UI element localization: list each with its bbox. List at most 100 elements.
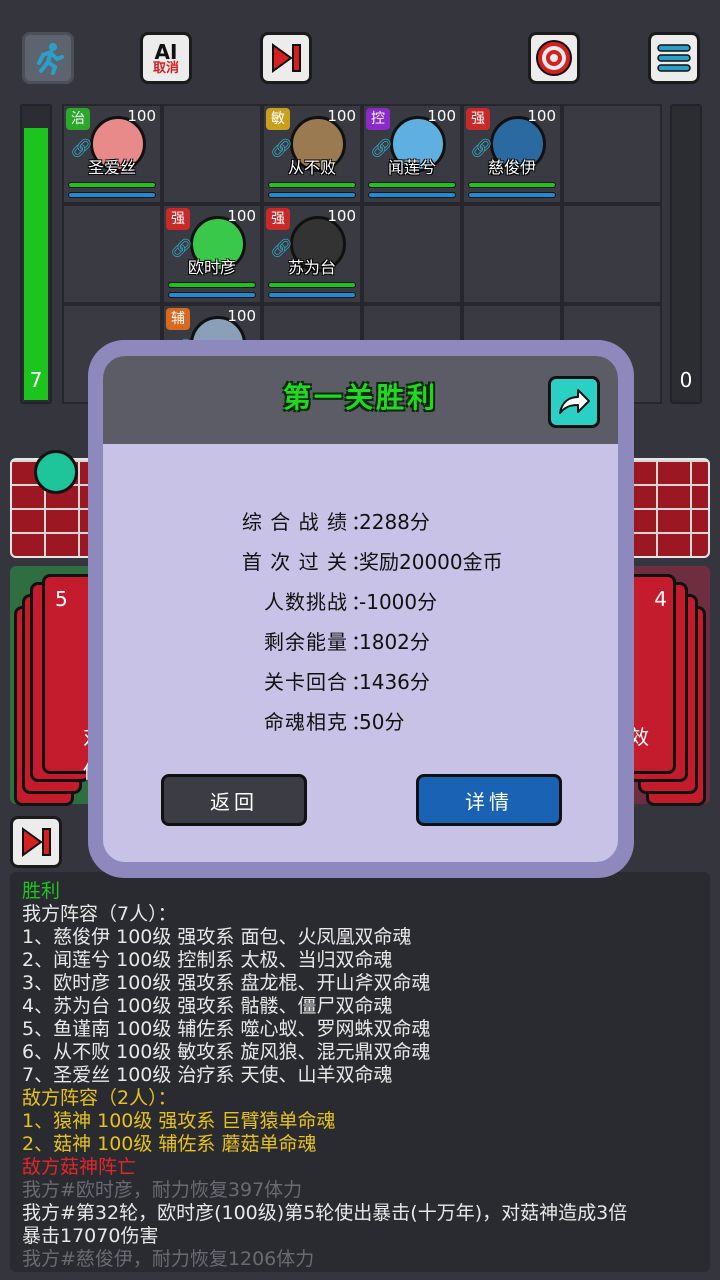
ally-energy-value: 7 [29,368,43,392]
skip-forward-icon [22,827,51,857]
log-line: 我方#第32轮，欧时彦(100级)第5轮使出暴击(十万年)，对菇神造成3倍 [22,1202,628,1224]
log-line: 2、闻莲兮 100级 控制系 太极、当归双命魂 [22,949,393,971]
back-button[interactable]: 返回 [161,774,307,826]
log-line: 6、从不败 100级 敏攻系 旋风狼、混元鼎双命魂 [22,1041,431,1063]
hero-card[interactable]: 🔗︎ 敏 100 从不败 [264,106,360,202]
victory-dialog-body: 第一关胜利 综 合 战 绩： 2288分首 次 过 关：奖励20000金币 人数挑战… [103,356,618,862]
ai-cancel-label: 取消 [152,60,179,76]
score-row: 剩余能量： 1802分 [103,626,618,666]
log-line: 5、鱼谨南 100级 辅佐系 噬心蚁、罗网蛛双命魂 [22,1018,431,1040]
formation-slot[interactable]: 🔗︎ 强 100 苏为台 [262,204,362,304]
score-row: 关卡回合： 1436分 [103,666,618,706]
log-line: 7、圣爱丝 100级 治疗系 天使、山羊双命魂 [22,1064,393,1086]
formation-slot[interactable]: 🔗︎ 强 100 慈俊伊 [462,104,562,204]
score-row: 命魂相克： 50分 [103,706,618,746]
enemy-card-count: 4 [654,587,667,611]
hero-card[interactable]: 🔗︎ 强 100 慈俊伊 [464,106,560,202]
hero-level: 100 [227,207,256,225]
hero-hp-bar [268,182,356,188]
run-button[interactable] [22,32,74,84]
formation-slot[interactable]: 🔗︎ 强 100 欧时彦 [162,204,262,304]
formation-slot[interactable] [562,104,662,204]
battle-log[interactable]: 胜利 我方阵容（7人）： 1、慈俊伊 100级 强攻系 面包、火凤凰双命魂 2、闻莲兮… [10,872,710,1272]
score-value: 50分 [359,710,405,734]
formation-slot[interactable] [162,104,262,204]
hero-card[interactable]: 🔗︎ 强 100 苏为台 [264,206,360,302]
hamburger-menu-icon [657,44,691,72]
score-label: 人数挑战 [264,590,348,614]
skip-button-secondary[interactable] [10,816,62,868]
hero-name: 欧时彦 [187,258,236,277]
hero-level: 100 [327,207,356,225]
details-button[interactable]: 详情 [416,774,562,826]
log-line: 1、慈俊伊 100级 强攻系 面包、火凤凰双命魂 [22,926,412,948]
hero-mp-bar [368,192,456,198]
hero-class-badge: 敏 [266,108,290,130]
enemy-energy-value: 0 [679,368,693,392]
log-line: 4、苏为台 100级 强攻系 骷髅、僵尸双命魂 [22,995,393,1017]
victory-dialog-header: 第一关胜利 [103,356,618,444]
log-line: 暴击17070伤害 [22,1225,159,1247]
ally-energy-gauge: 7 [20,104,52,404]
share-arrow-icon [559,389,590,414]
ai-cancel-button[interactable]: AI 取消 [140,32,192,84]
hero-level: 100 [227,307,256,325]
ai-label: AI [154,39,178,64]
hero-hp-bar [268,282,356,288]
hero-card[interactable]: 🔗︎ 治 100 圣爱丝 [64,106,160,202]
running-man-icon [37,43,64,75]
share-button[interactable] [548,376,600,428]
hero-card[interactable]: 🔗︎ 强 100 欧时彦 [164,206,260,302]
formation-slot[interactable]: 🔗︎ 治 100 圣爱丝 [62,104,162,204]
log-line: 我方#欧时彦，耐力恢复397体力 [22,1179,303,1201]
score-label: 命魂相克 [264,710,348,734]
hero-hp-bar [68,182,156,188]
ally-card-count: 5 [55,587,68,611]
hero-class-badge: 强 [466,108,490,130]
lane-hero-avatar[interactable] [34,450,78,494]
score-value: 1436分 [359,670,430,694]
log-line: 敌方菇神阵亡 [22,1156,137,1178]
score-label: 关卡回合 [264,670,348,694]
hero-name: 圣爱丝 [87,158,136,177]
menu-button[interactable] [648,32,700,84]
score-row: 综 合 战 绩： 2288分 [103,506,618,546]
score-label: 首 次 过 关 [241,550,348,574]
target-icon [536,40,572,76]
formation-slot[interactable] [62,204,162,304]
victory-dialog: 第一关胜利 综 合 战 绩： 2288分首 次 过 关：奖励20000金币 人数挑战… [88,340,634,878]
score-row: 人数挑战： -1000分 [103,586,618,626]
hero-class-badge: 强 [166,208,190,230]
ally-energy-fill [24,128,48,400]
hero-name: 从不败 [287,158,336,177]
formation-slot[interactable] [462,204,562,304]
ally-card-zone: 5 对 伤 [10,566,103,806]
hero-hp-bar [368,182,456,188]
target-button[interactable] [528,32,580,84]
log-line: 2、菇神 100级 辅佐系 蘑菇单命魂 [22,1133,317,1155]
hero-mp-bar [68,192,156,198]
hero-name: 慈俊伊 [487,158,536,177]
log-line: 敌方阵容（2人）： [22,1087,177,1109]
skip-forward-icon [272,43,301,73]
formation-slot[interactable] [362,204,462,304]
score-label: 剩余能量 [264,630,348,654]
skip-turn-button[interactable] [260,32,312,84]
hero-mp-bar [268,292,356,298]
score-value: -1000分 [359,590,438,614]
hero-class-badge: 控 [366,108,390,130]
hero-level: 100 [127,107,156,125]
hero-name: 苏为台 [287,258,336,277]
hero-name: 闻莲兮 [387,158,436,177]
hero-mp-bar [168,292,256,298]
formation-slot[interactable]: 🔗︎ 敏 100 从不败 [262,104,362,204]
formation-slot[interactable] [562,204,662,304]
log-line: 我方#慈俊伊，耐力恢复1206体力 [22,1248,315,1270]
formation-slot[interactable]: 🔗︎ 控 100 闻莲兮 [362,104,462,204]
log-line: 1、猿神 100级 强攻系 巨臂猿单命魂 [22,1110,336,1132]
hero-card[interactable]: 🔗︎ 控 100 闻莲兮 [364,106,460,202]
hero-level: 100 [427,107,456,125]
score-value: 1802分 [359,630,430,654]
hero-mp-bar [268,192,356,198]
hero-class-badge: 治 [66,108,90,130]
